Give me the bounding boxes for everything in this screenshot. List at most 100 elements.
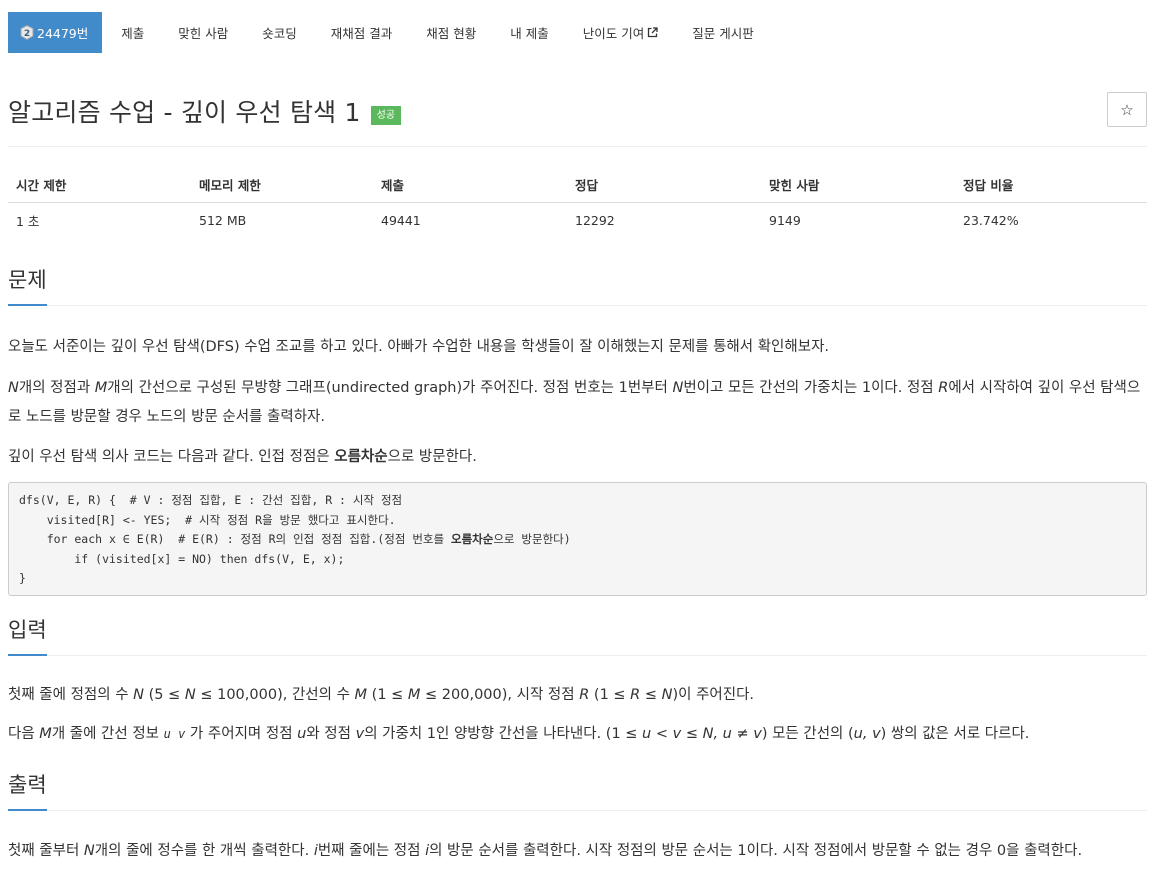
code-line-5: } <box>19 571 26 585</box>
text: 깊이 우선 탐색 의사 코드는 다음과 같다. 인접 정점은 <box>8 449 335 465</box>
text: 개의 줄에 정수를 한 개씩 출력한다. <box>94 843 314 859</box>
star-icon: ☆ <box>1120 100 1134 119</box>
text: ≤ <box>681 726 703 742</box>
header-memory-limit: 메모리 제한 <box>191 168 373 203</box>
header-submissions: 제출 <box>373 168 567 203</box>
text: 첫째 줄에 정점의 수 <box>8 687 134 703</box>
problem-paragraph-3: 깊이 우선 탐색 의사 코드는 다음과 같다. 인접 정점은 오름차순으로 방문… <box>8 443 1143 472</box>
var-n: N <box>661 687 673 703</box>
text: 개 줄에 간선 정보 <box>51 726 164 742</box>
text: ) 모든 간선의 ( <box>761 726 854 742</box>
output-section-title: 출력 <box>8 769 47 811</box>
problem-number-label: 24479번 <box>37 26 89 41</box>
var-n: N <box>133 687 145 703</box>
var-n-condition: N, u ≠ v <box>702 726 762 742</box>
problem-paragraph-2: N개의 정점과 M개의 간선으로 구성된 무방향 그래프(undirected … <box>8 374 1143 432</box>
tab-rejudge-results[interactable]: 재채점 결과 <box>314 12 409 53</box>
var-r: R <box>579 687 590 703</box>
tab-solvers[interactable]: 맞힌 사람 <box>161 12 245 53</box>
var-v: v <box>672 726 682 742</box>
tab-judge-status[interactable]: 채점 현황 <box>409 12 493 53</box>
problem-nav: 2 24479번 제출 맞힌 사람 숏코딩 재채점 결과 채점 현황 내 제출 … <box>8 12 771 53</box>
text: ) 쌍의 값은 서로 다르다. <box>880 726 1030 742</box>
var-u: u <box>642 726 652 742</box>
header-accept-ratio: 정답 비율 <box>955 168 1147 203</box>
input-paragraph-1: 첫째 줄에 정점의 수 N (5 ≤ N ≤ 100,000), 간선의 수 M… <box>8 681 1143 710</box>
value-submissions: 49441 <box>381 212 421 228</box>
header-accepted: 정답 <box>567 168 761 203</box>
problem-number-tab[interactable]: 2 24479번 <box>8 12 103 53</box>
difficulty-contribution-label: 난이도 기여 <box>582 26 645 41</box>
var-r: R <box>938 380 949 396</box>
external-link-icon <box>648 27 658 38</box>
var-r: R <box>630 687 641 703</box>
var-u: u <box>297 726 307 742</box>
tab-my-submissions[interactable]: 내 제출 <box>493 12 565 53</box>
input-section-title: 입력 <box>8 614 47 656</box>
var-v: v <box>355 726 365 742</box>
text: ≤ 100,000), 간선의 수 <box>195 687 355 703</box>
tab-difficulty-contribution[interactable]: 난이도 기여 <box>566 12 675 53</box>
value-accepted: 12292 <box>575 212 615 228</box>
code-line-4: if (visited[x] = NO) then dfs(V, E, x); <box>19 551 345 566</box>
problem-section-title: 문제 <box>8 264 47 306</box>
text: ≤ <box>640 687 662 703</box>
page-title: 알고리즘 수업 - 깊이 우선 탐색 1 <box>8 98 361 127</box>
value-accept-ratio: 23.742% <box>963 212 1019 228</box>
inline-code-uv: u v <box>163 727 186 741</box>
text: 첫째 줄부터 <box>8 843 84 859</box>
text: 번째 줄에는 정점 <box>317 843 426 859</box>
text: 개의 간선으로 구성된 무방향 그래프(undirected graph)가 주… <box>107 380 673 396</box>
info-value-row: 1 초 512 MB 49441 12292 9149 23.742% <box>8 202 1147 238</box>
info-header-row: 시간 제한 메모리 제한 제출 정답 맞힌 사람 정답 비율 <box>8 168 1147 203</box>
text: 으로 방문한다. <box>387 449 477 465</box>
problem-title-row: 알고리즘 수업 - 깊이 우선 탐색 1 성공 ☆ <box>8 90 1147 132</box>
bold-ascending: 오름차순 <box>334 449 388 465</box>
output-paragraph: 첫째 줄부터 N개의 줄에 정수를 한 개씩 출력한다. i번째 줄에는 정점 … <box>8 837 1143 866</box>
tier-badge-icon: 2 <box>20 25 34 40</box>
text: )이 주어진다. <box>672 687 755 703</box>
text: (1 ≤ <box>367 687 408 703</box>
text: < <box>651 726 673 742</box>
var-n: N <box>83 843 95 859</box>
header-time-limit: 시간 제한 <box>8 168 191 203</box>
text: 와 정점 <box>306 726 356 742</box>
var-n: N <box>8 380 19 396</box>
text: 의 가중치 1인 양방향 간선을 나타낸다. (1 ≤ <box>364 726 643 742</box>
text: ≤ 200,000), 시작 정점 <box>420 687 580 703</box>
text: 번이고 모든 간선의 가중치는 1이다. 정점 <box>683 380 939 396</box>
text: 가 주어지며 정점 <box>185 726 298 742</box>
code-line-2: visited[R] <- YES; # 시작 정점 R을 방문 했다고 표시한… <box>19 512 396 527</box>
problem-info-table: 시간 제한 메모리 제한 제출 정답 맞힌 사람 정답 비율 1 초 512 M… <box>8 168 1147 238</box>
text: 의 방문 순서를 출력한다. 시작 정점의 방문 순서는 1이다. 시작 정점에… <box>429 843 1083 859</box>
problem-paragraph-1: 오늘도 서준이는 깊이 우선 탐색(DFS) 수업 조교를 하고 있다. 아빠가… <box>8 339 830 355</box>
code-line-1: dfs(V, E, R) { # V : 정점 집합, E : 간선 집합, R… <box>19 493 403 507</box>
header-solvers: 맞힌 사람 <box>761 168 955 203</box>
tab-question-board[interactable]: 질문 게시판 <box>675 12 770 53</box>
value-solvers: 9149 <box>769 212 801 228</box>
favorite-star-button[interactable]: ☆ <box>1107 92 1147 127</box>
svg-text:2: 2 <box>24 29 30 39</box>
var-n: N <box>672 380 684 396</box>
problem-section-header: 문제 <box>8 266 1147 306</box>
code-line-3: for each x ∈ E(R) # E(R) : 정점 R의 인접 정점 집… <box>19 530 1136 550</box>
var-n: N <box>184 687 196 703</box>
tab-submit[interactable]: 제출 <box>104 12 161 53</box>
pseudo-code-block: dfs(V, E, R) { # V : 정점 집합, E : 간선 집합, R… <box>8 482 1147 596</box>
var-m: M <box>407 687 421 703</box>
value-time-limit: 1 초 <box>16 213 40 229</box>
text: (1 ≤ <box>589 687 631 703</box>
output-section-header: 출력 <box>8 771 1147 811</box>
text: for each x ∈ E(R) # E(R) : 정점 R의 인접 정점 집… <box>19 532 451 546</box>
text: (5 ≤ <box>144 687 185 703</box>
text: 개의 정점과 <box>18 380 95 396</box>
tab-short-coding[interactable]: 숏코딩 <box>245 12 314 53</box>
var-m: M <box>354 687 368 703</box>
bold-ascending: 오름차순 <box>451 532 494 546</box>
var-m: M <box>94 380 108 396</box>
text: 으로 방문한다) <box>493 532 571 546</box>
var-uv: u, v <box>853 726 881 742</box>
input-paragraph-2: 다음 M개 줄에 간선 정보 u v 가 주어지며 정점 u와 정점 v의 가중… <box>8 720 1143 749</box>
text: 다음 <box>8 726 40 742</box>
title-divider <box>8 146 1147 147</box>
